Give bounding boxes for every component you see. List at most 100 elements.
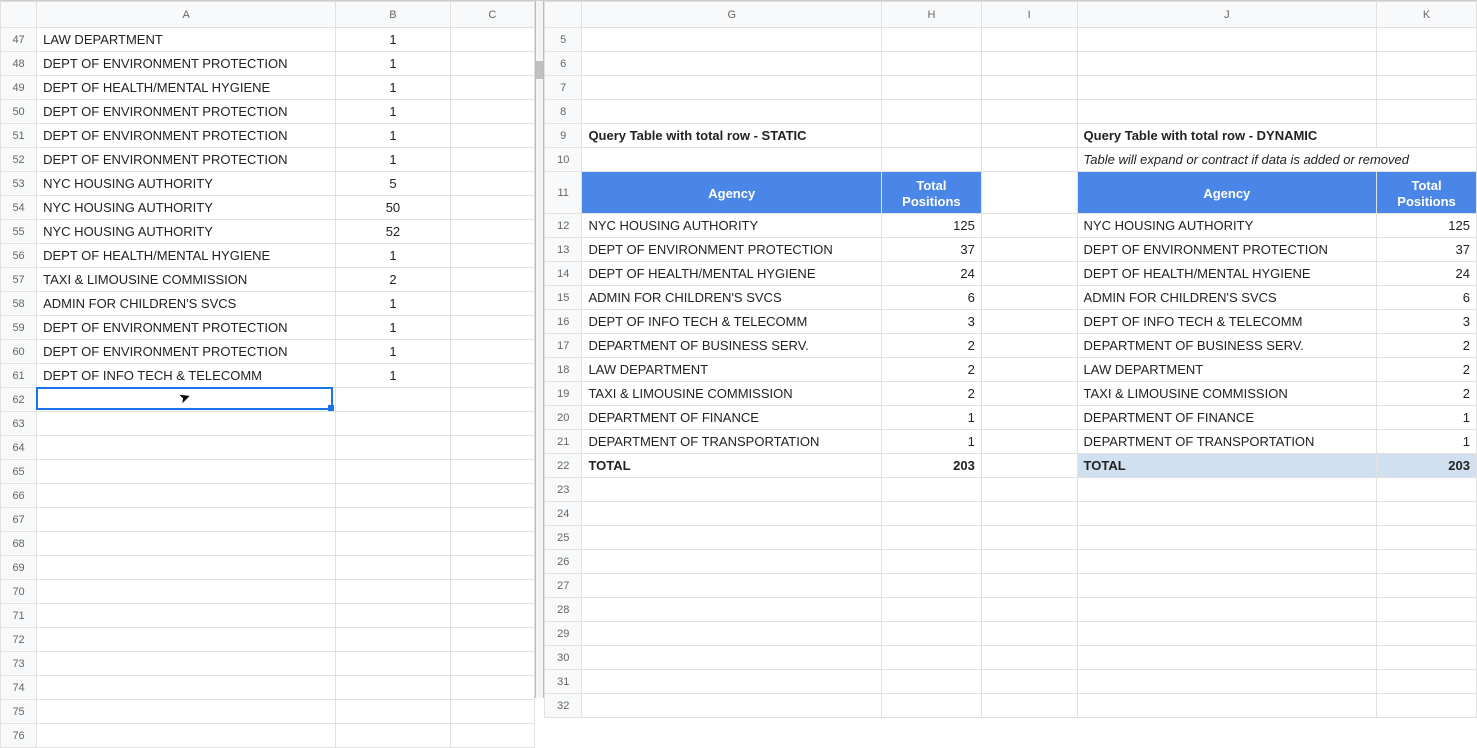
cell-C75[interactable] — [450, 700, 534, 724]
dynamic-agency-20[interactable]: DEPARTMENT OF FINANCE — [1077, 406, 1377, 430]
static-val-21[interactable]: 1 — [882, 430, 982, 454]
left-grid[interactable]: ABC 47LAW DEPARTMENT 1 48DEPT OF ENVIRONMEN… — [0, 1, 535, 748]
static-agency-17[interactable]: DEPARTMENT OF BUSINESS SERV. — [582, 334, 882, 358]
cell-C58[interactable] — [450, 292, 534, 316]
cell-empty[interactable] — [882, 124, 982, 148]
cell-empty[interactable] — [981, 670, 1077, 694]
cell-A49[interactable]: DEPT OF HEALTH/MENTAL HYGIENE — [37, 76, 336, 100]
row-64[interactable]: 64 — [1, 436, 535, 460]
row-header-67[interactable]: 67 — [1, 508, 37, 532]
row-header-32[interactable]: 32 — [545, 694, 582, 718]
cell-A53[interactable]: NYC HOUSING AUTHORITY — [37, 172, 336, 196]
cell-empty[interactable] — [981, 100, 1077, 124]
cell-empty[interactable] — [582, 100, 882, 124]
cell-B55[interactable]: 52 — [336, 220, 450, 244]
dynamic-agency-18[interactable]: LAW DEPARTMENT — [1077, 358, 1377, 382]
cell-empty[interactable] — [981, 52, 1077, 76]
cell-empty[interactable] — [981, 646, 1077, 670]
row-header-5[interactable]: 5 — [545, 28, 582, 52]
cell-A55[interactable]: NYC HOUSING AUTHORITY — [37, 220, 336, 244]
dynamic-val-16[interactable]: 3 — [1377, 310, 1477, 334]
cell-A75[interactable] — [37, 700, 336, 724]
row-header-51[interactable]: 51 — [1, 124, 37, 148]
cell-C60[interactable] — [450, 340, 534, 364]
cell-C67[interactable] — [450, 508, 534, 532]
row-header-14[interactable]: 14 — [545, 262, 582, 286]
cell-empty[interactable] — [1377, 124, 1477, 148]
cell-A47[interactable]: LAW DEPARTMENT — [37, 28, 336, 52]
cell-empty[interactable] — [981, 382, 1077, 406]
cell-C62[interactable] — [450, 388, 534, 412]
cell-A59[interactable]: DEPT OF ENVIRONMENT PROTECTION — [37, 316, 336, 340]
dynamic-agency-14[interactable]: DEPT OF HEALTH/MENTAL HYGIENE — [1077, 262, 1377, 286]
static-title[interactable]: Query Table with total row - STATIC — [582, 124, 882, 148]
cell-A54[interactable]: NYC HOUSING AUTHORITY — [37, 196, 336, 220]
cell-empty[interactable] — [1077, 76, 1377, 100]
row-65[interactable]: 65 — [1, 460, 535, 484]
cell-B71[interactable] — [336, 604, 450, 628]
row-54[interactable]: 54NYC HOUSING AUTHORITY50 — [1, 196, 535, 220]
row-57[interactable]: 57TAXI & LIMOUSINE COMMISSION2 — [1, 268, 535, 292]
dynamic-agency-19[interactable]: TAXI & LIMOUSINE COMMISSION — [1077, 382, 1377, 406]
row-header-58[interactable]: 58 — [1, 292, 37, 316]
cell-A48[interactable]: DEPT OF ENVIRONMENT PROTECTION — [37, 52, 336, 76]
cell-empty[interactable] — [882, 598, 982, 622]
row-header-28[interactable]: 28 — [545, 598, 582, 622]
cell-empty[interactable] — [582, 646, 882, 670]
col-header-J[interactable]: J — [1077, 2, 1377, 28]
cell-C56[interactable] — [450, 244, 534, 268]
cell-C49[interactable] — [450, 76, 534, 100]
static-val-19[interactable]: 2 — [882, 382, 982, 406]
cell-A51[interactable]: DEPT OF ENVIRONMENT PROTECTION — [37, 124, 336, 148]
col-header-C[interactable]: C — [450, 2, 534, 28]
cell-B66[interactable] — [336, 484, 450, 508]
static-agency-21[interactable]: DEPARTMENT OF TRANSPORTATION — [582, 430, 882, 454]
cell-C64[interactable] — [450, 436, 534, 460]
cell-empty[interactable] — [1377, 598, 1477, 622]
row-header-9[interactable]: 9 — [545, 124, 582, 148]
row-59[interactable]: 59DEPT OF ENVIRONMENT PROTECTION1 — [1, 316, 535, 340]
cell-C73[interactable] — [450, 652, 534, 676]
row-48[interactable]: 48DEPT OF ENVIRONMENT PROTECTION1 — [1, 52, 535, 76]
cell-empty[interactable] — [981, 334, 1077, 358]
cell-empty[interactable] — [582, 52, 882, 76]
row-header-59[interactable]: 59 — [1, 316, 37, 340]
cell-empty[interactable] — [1377, 28, 1477, 52]
row-header-10[interactable]: 10 — [545, 148, 582, 172]
cell-empty[interactable] — [582, 478, 882, 502]
row-74[interactable]: 74 — [1, 676, 535, 700]
row-header-25[interactable]: 25 — [545, 526, 582, 550]
cell-B61[interactable]: 1 — [336, 364, 450, 388]
corner-cell[interactable] — [1, 2, 37, 28]
static-val-16[interactable]: 3 — [882, 310, 982, 334]
row-header-50[interactable]: 50 — [1, 100, 37, 124]
cell-empty[interactable] — [1377, 502, 1477, 526]
cell-B75[interactable] — [336, 700, 450, 724]
row-header-71[interactable]: 71 — [1, 604, 37, 628]
cell-C47[interactable] — [450, 28, 534, 52]
static-agency-13[interactable]: DEPT OF ENVIRONMENT PROTECTION — [582, 238, 882, 262]
col-header-A[interactable]: A — [37, 2, 336, 28]
cell-A69[interactable] — [37, 556, 336, 580]
cell-empty[interactable] — [882, 76, 982, 100]
cell-empty[interactable] — [582, 526, 882, 550]
cell-empty[interactable] — [981, 262, 1077, 286]
row-68[interactable]: 68 — [1, 532, 535, 556]
cell-B56[interactable]: 1 — [336, 244, 450, 268]
cell-B54[interactable]: 50 — [336, 196, 450, 220]
cell-empty[interactable] — [882, 478, 982, 502]
cell-empty[interactable] — [981, 598, 1077, 622]
cell-empty[interactable] — [582, 574, 882, 598]
header-agency-static[interactable]: Agency — [582, 172, 882, 214]
cell-empty[interactable] — [1377, 52, 1477, 76]
cell-B67[interactable] — [336, 508, 450, 532]
row-header-47[interactable]: 47 — [1, 28, 37, 52]
cell-empty[interactable] — [981, 238, 1077, 262]
cell-empty[interactable] — [1077, 550, 1377, 574]
cell-empty[interactable] — [1077, 28, 1377, 52]
row-header-73[interactable]: 73 — [1, 652, 37, 676]
col-header-B[interactable]: B — [336, 2, 450, 28]
static-agency-19[interactable]: TAXI & LIMOUSINE COMMISSION — [582, 382, 882, 406]
cell-C54[interactable] — [450, 196, 534, 220]
cell-B72[interactable] — [336, 628, 450, 652]
